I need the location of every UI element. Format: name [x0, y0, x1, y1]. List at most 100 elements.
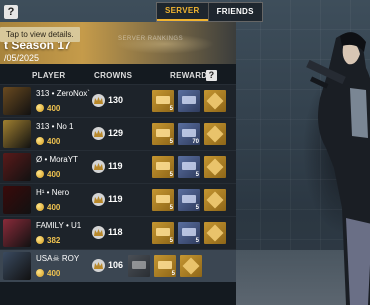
- ranking-tabs: SERVER FRIENDS: [156, 2, 263, 22]
- reward-item[interactable]: [204, 123, 226, 145]
- reward-item[interactable]: [204, 222, 226, 244]
- crowns-value: 106: [108, 260, 124, 270]
- reward-icon: [206, 158, 224, 176]
- points-value: 400: [47, 103, 61, 113]
- crowns-value: 118: [108, 227, 123, 237]
- reward-count: 5: [169, 205, 173, 211]
- help-icon[interactable]: ?: [4, 5, 18, 19]
- crown-icon: [92, 193, 105, 206]
- coin-icon: [36, 236, 44, 244]
- player-name: 313 • No 1: [36, 122, 74, 131]
- reward-icon: [206, 125, 224, 143]
- reward-count: 70: [192, 139, 199, 145]
- avatar[interactable]: [3, 186, 31, 214]
- reward-help-icon[interactable]: ?: [206, 70, 217, 81]
- reward-item[interactable]: 70: [178, 123, 200, 145]
- tab-friends[interactable]: FRIENDS: [207, 3, 262, 21]
- player-points: 400: [36, 169, 60, 179]
- reward-count: 5: [169, 106, 173, 112]
- coin-icon: [36, 203, 44, 211]
- avatar[interactable]: [3, 252, 31, 280]
- reward-item[interactable]: [180, 255, 202, 277]
- reward-item[interactable]: [204, 156, 226, 178]
- reward-icon: [156, 228, 170, 236]
- crown-icon: [92, 94, 105, 107]
- player-name: H¹ • Nero: [36, 188, 70, 197]
- reward-item[interactable]: 5: [152, 156, 174, 178]
- table-header: PLAYER CROWNS REWARD ?: [0, 68, 236, 84]
- soldier-character-image: [306, 32, 370, 305]
- points-value: 400: [47, 169, 61, 179]
- table-row[interactable]: 313 • No 1 400 129 5 70: [0, 117, 236, 150]
- reward-item[interactable]: [204, 189, 226, 211]
- table-row[interactable]: Ø • MoraYT 400 119 5 5: [0, 150, 236, 183]
- table-row[interactable]: 313 • ZeroNox` 400 130 5: [0, 84, 236, 117]
- reward-item[interactable]: 5: [154, 255, 176, 277]
- reward-item[interactable]: 5: [152, 189, 174, 211]
- reward-item[interactable]: 5: [152, 222, 174, 244]
- player-name: Ø • MoraYT: [36, 155, 78, 164]
- crown-icon: [92, 127, 105, 140]
- reward-count: 5: [195, 238, 199, 244]
- player-points: 382: [36, 235, 60, 245]
- avatar[interactable]: [3, 153, 31, 181]
- crowns-value: 130: [108, 95, 124, 105]
- player-points: 400: [36, 136, 60, 146]
- reward-count: 5: [169, 139, 173, 145]
- points-value: 400: [47, 268, 61, 278]
- reward-icon: [206, 191, 224, 209]
- reward-icon: [182, 129, 196, 137]
- reward-item[interactable]: 5: [178, 189, 200, 211]
- coin-icon: [36, 137, 44, 145]
- crown-icon: [92, 259, 105, 272]
- reward-item[interactable]: [204, 90, 226, 112]
- season-date: /05/2025: [4, 53, 40, 63]
- player-name: 313 • ZeroNox`: [36, 89, 90, 98]
- reward-icon: [132, 261, 146, 269]
- avatar[interactable]: [3, 219, 31, 247]
- coin-icon: [36, 104, 44, 112]
- reward-icon: [182, 96, 196, 104]
- details-tooltip: Tap to view details.: [0, 27, 80, 42]
- reward-item[interactable]: [128, 255, 150, 277]
- avatar[interactable]: [3, 87, 31, 115]
- table-row[interactable]: FAMILY • U1 382 118 5 5: [0, 216, 236, 249]
- table-row[interactable]: H¹ • Nero 400 119 5 5: [0, 183, 236, 216]
- avatar[interactable]: [3, 120, 31, 148]
- reward-icon: [156, 96, 170, 104]
- player-points: 400: [36, 202, 60, 212]
- player-points: 400: [36, 103, 60, 113]
- reward-item[interactable]: [178, 90, 200, 112]
- reward-item[interactable]: 5: [152, 90, 174, 112]
- reward-icon: [182, 228, 196, 236]
- reward-icon: [156, 195, 170, 203]
- tab-server[interactable]: SERVER: [157, 3, 208, 21]
- crown-icon: [92, 226, 105, 239]
- reward-count: 5: [169, 238, 173, 244]
- points-value: 382: [47, 235, 61, 245]
- header-player: PLAYER: [32, 71, 66, 80]
- reward-icon: [158, 261, 172, 269]
- reward-icon: [182, 257, 200, 275]
- reward-item[interactable]: 5: [178, 156, 200, 178]
- banner-subtitle: SERVER RANKINGS: [118, 36, 184, 42]
- reward-icon: [206, 224, 224, 242]
- crowns-value: 129: [108, 128, 124, 138]
- reward-item[interactable]: 5: [152, 123, 174, 145]
- header-reward: REWARD: [170, 71, 208, 80]
- reward-icon: [156, 129, 170, 137]
- crown-icon: [92, 160, 105, 173]
- reward-count: 5: [195, 172, 199, 178]
- header-crowns: CROWNS: [94, 71, 133, 80]
- coin-icon: [36, 269, 44, 277]
- reward-count: 5: [171, 271, 175, 277]
- reward-icon: [182, 162, 196, 170]
- leaderboard-panel: SERVER RANKINGS t Season 17 /05/2025 Tap…: [0, 22, 236, 305]
- player-points: 400: [36, 268, 60, 278]
- crowns-value: 119: [108, 194, 123, 204]
- points-value: 400: [47, 136, 61, 146]
- player-name: FAMILY • U1: [36, 221, 82, 230]
- table-row-self[interactable]: USA☠ ROY 400 106 5: [0, 249, 236, 282]
- reward-icon: [182, 195, 196, 203]
- reward-item[interactable]: 5: [178, 222, 200, 244]
